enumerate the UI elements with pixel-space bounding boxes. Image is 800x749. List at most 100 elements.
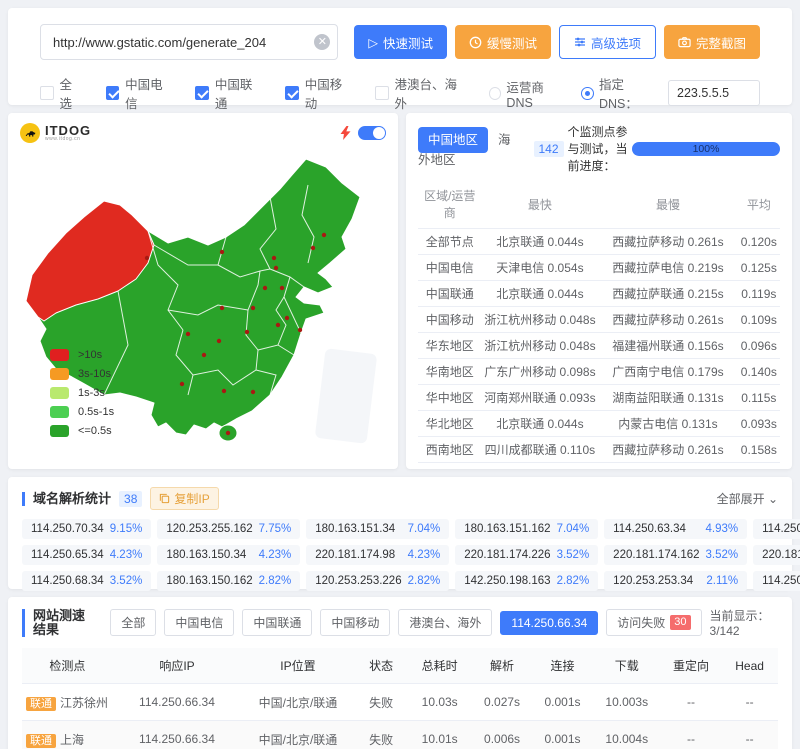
ip-stat-item[interactable]: 180.163.150.1622.82% <box>157 571 300 591</box>
ip-percentage[interactable]: 4.93% <box>706 523 739 535</box>
ip-percentage[interactable]: 4.23% <box>110 549 143 561</box>
table-row[interactable]: 西南地区四川成都联通 0.110s西藏拉萨移动 0.261s0.158s <box>418 437 780 463</box>
checkbox-checked-icon[interactable] <box>285 86 299 100</box>
expand-all-button[interactable]: 全部展开 ⌄ <box>717 490 778 507</box>
checkbox-item[interactable]: 中国电信 <box>106 74 174 112</box>
ip-stat-item[interactable]: 220.181.174.1623.52% <box>604 545 747 565</box>
table-row[interactable]: 联通上海114.250.66.34中国/北京/联通失败10.01s0.006s0… <box>22 721 778 749</box>
quick-test-button[interactable]: ▷ 快速测试 <box>354 25 447 59</box>
url-input[interactable] <box>40 24 338 60</box>
ip-value: 114.250.63.34 <box>613 523 686 535</box>
ip-percentage[interactable]: 4.23% <box>408 549 441 561</box>
ip-percentage[interactable]: 3.52% <box>110 575 143 587</box>
ip-value: 220.181.174.98 <box>315 549 395 561</box>
table-row[interactable]: 联通江苏徐州114.250.66.34中国/北京/联通失败10.03s0.027… <box>22 684 778 721</box>
filter-chip[interactable]: 中国移动 <box>320 609 390 636</box>
region-cell: 宁夏银川联通 0.090s <box>482 463 599 470</box>
slow-test-button[interactable]: 缓慢测试 <box>455 25 551 59</box>
filter-chip[interactable]: 全部 <box>110 609 156 636</box>
ip-percentage[interactable]: 9.15% <box>110 523 143 535</box>
status-cell: 失败 <box>355 721 408 749</box>
ip-percentage[interactable]: 2.11% <box>706 575 738 587</box>
ip-stat-item[interactable]: 180.163.151.1627.04% <box>455 519 598 539</box>
full-screenshot-button[interactable]: 完整截图 <box>664 25 760 59</box>
checkbox-checked-icon[interactable] <box>106 86 120 100</box>
region-cell: 北京联通 0.044s <box>482 229 599 255</box>
ip-stat-item[interactable]: 220.181.174.2263.52% <box>455 545 598 565</box>
radio-icon[interactable] <box>489 87 502 100</box>
checkbox-item[interactable]: 中国移动 <box>285 74 353 112</box>
table-row[interactable]: 西北地区宁夏银川联通 0.090s陕西延安电信 0.206s0.136s <box>418 463 780 470</box>
redirect-cell: -- <box>661 721 721 749</box>
ip-stat-item[interactable]: 120.253.255.1627.75% <box>157 519 300 539</box>
region-cell: 0.136s <box>738 463 780 470</box>
ip-stat-item[interactable]: 114.250.70.349.15% <box>22 519 151 539</box>
ip-percentage[interactable]: 7.75% <box>259 523 292 535</box>
ip-percentage[interactable]: 2.82% <box>408 575 441 587</box>
radio-label: 运营商DNS <box>506 77 567 110</box>
advanced-options-button[interactable]: 高级选项 <box>559 25 656 59</box>
table-row[interactable]: 华中地区河南郑州联通 0.093s湖南益阳联通 0.131s0.115s <box>418 385 780 411</box>
ip-percentage[interactable]: 7.04% <box>557 523 590 535</box>
filter-chip[interactable]: 访问失败30 <box>606 609 701 636</box>
table-row[interactable]: 中国移动浙江杭州移动 0.048s西藏拉萨移动 0.261s0.109s <box>418 307 780 333</box>
result-column-header: 连接 <box>532 648 592 684</box>
ip-percentage[interactable]: 2.82% <box>557 575 590 587</box>
region-cell: 中国电信 <box>418 255 482 281</box>
filter-chip[interactable]: 中国电信 <box>164 609 234 636</box>
region-cell: 天津电信 0.054s <box>482 255 599 281</box>
itdog-logo-icon <box>20 123 40 143</box>
page: ✕ ▷ 快速测试 缓慢测试 高级选项 完整截图 全选中国电信中国联通中国移动港澳… <box>0 0 800 749</box>
ip-stat-item[interactable]: 142.250.198.163 2.82% <box>455 571 598 591</box>
copy-icon <box>159 493 170 504</box>
table-row[interactable]: 中国电信天津电信 0.054s西藏拉萨电信 0.219s0.125s <box>418 255 780 281</box>
filter-chip[interactable]: 114.250.66.34 <box>500 611 598 635</box>
table-row[interactable]: 中国联通北京联通 0.044s西藏拉萨联通 0.215s0.119s <box>418 281 780 307</box>
ip-stat-item[interactable]: 220.181.174.98 4.23% <box>306 545 449 565</box>
checkbox-item[interactable]: 港澳台、海外 <box>375 74 467 112</box>
copy-ip-button[interactable]: 复制IP <box>150 487 218 510</box>
checkbox-item[interactable]: 中国联通 <box>195 74 263 112</box>
table-row[interactable]: 全部节点北京联通 0.044s西藏拉萨移动 0.261s0.120s <box>418 229 780 255</box>
filter-chip[interactable]: 中国联通 <box>242 609 312 636</box>
region-cell: 北京联通 0.044s <box>482 281 599 307</box>
ip-percentage[interactable]: 2.82% <box>259 575 292 587</box>
legend-swatch <box>50 368 69 380</box>
ip-stat-item[interactable]: 114.250.65.344.23% <box>22 545 151 565</box>
ip-stat-item[interactable]: 120.253.253.342.11% <box>604 571 747 591</box>
checkbox-unchecked-icon[interactable] <box>375 86 389 100</box>
region-column-header: 平均 <box>738 180 780 229</box>
ip-percentage[interactable]: 3.52% <box>706 549 739 561</box>
ip-percentage[interactable]: 4.23% <box>259 549 292 561</box>
ip-stat-item[interactable]: 114.250.68.343.52% <box>22 571 151 591</box>
dns-stats-card: 域名解析统计 38 复制IP 全部展开 ⌄ 114.250.70.349.15%… <box>8 477 792 589</box>
ip-stat-item[interactable]: 114.250.63.34 4.93% <box>604 519 747 539</box>
dns-radio-item[interactable]: 指定DNS： <box>581 74 660 112</box>
checkbox-unchecked-icon[interactable] <box>40 86 54 100</box>
table-row[interactable]: 华东地区浙江杭州移动 0.048s福建福州联通 0.156s0.096s <box>418 333 780 359</box>
table-row[interactable]: 华北地区北京联通 0.044s内蒙古电信 0.131s0.093s <box>418 411 780 437</box>
ip-stat-item[interactable]: 220.181.174.343.52% <box>753 545 800 565</box>
ip-stat-item[interactable]: 180.163.150.344.23% <box>157 545 300 565</box>
radio-icon[interactable] <box>581 87 594 100</box>
ip-stat-item[interactable]: 180.163.151.347.04% <box>306 519 449 539</box>
ip-stat-item[interactable]: 114.250.66.342.11% <box>753 571 800 591</box>
ip-stat-item[interactable]: 120.253.253.2262.82% <box>306 571 449 591</box>
ip-percentage[interactable]: 7.04% <box>408 523 441 535</box>
dns-radio-item[interactable]: 运营商DNS <box>489 77 568 110</box>
table-row[interactable]: 华南地区广东广州移动 0.098s广西南宁电信 0.179s0.140s <box>418 359 780 385</box>
location-cell: 中国/北京/联通 <box>241 684 354 721</box>
isp-checkbox-group: 全选中国电信中国联通中国移动港澳台、海外 <box>40 74 489 112</box>
map-watermark <box>315 348 378 444</box>
dns-input[interactable] <box>668 80 760 106</box>
ip-value: 142.250.198.163 <box>464 575 550 587</box>
map-toggle[interactable] <box>358 126 386 140</box>
region-cell: 湖南益阳联通 0.131s <box>598 385 737 411</box>
toolbar-card: ✕ ▷ 快速测试 缓慢测试 高级选项 完整截图 全选中国电信中国联通中国移动港澳… <box>8 8 792 105</box>
checkbox-item[interactable]: 全选 <box>40 74 84 112</box>
ip-percentage[interactable]: 3.52% <box>557 549 590 561</box>
checkbox-checked-icon[interactable] <box>195 86 209 100</box>
legend-swatch <box>50 349 69 361</box>
filter-chip[interactable]: 港澳台、海外 <box>398 609 492 636</box>
ip-stat-item[interactable]: 114.250.69.344.93% <box>753 519 800 539</box>
